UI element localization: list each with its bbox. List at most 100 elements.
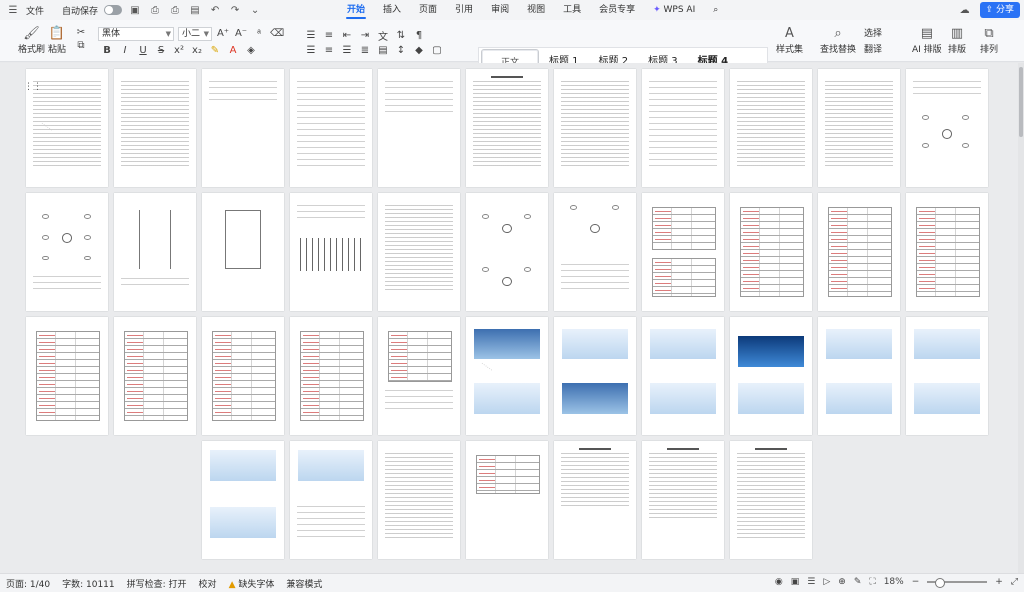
page-thumbnail[interactable] [906,69,988,187]
zoom-in-icon[interactable]: + [995,577,1003,587]
subscript-icon[interactable]: x₂ [190,45,204,56]
layout-button[interactable]: ▥ 排版 [948,26,966,55]
page-thumbnail[interactable] [642,441,724,559]
chinese-layout-icon[interactable]: 文 [376,28,390,43]
strikethrough-icon[interactable]: S [154,45,168,56]
page-thumbnail[interactable] [202,317,284,435]
tab-tools[interactable]: 工具 [554,0,590,20]
spellcheck-status[interactable]: 拼写检查: 打开 [121,577,193,590]
page-thumbnail[interactable] [730,69,812,187]
redo-icon[interactable]: ↷ [228,5,242,16]
page-thumbnail[interactable] [378,69,460,187]
page-thumbnail[interactable] [466,317,548,435]
play-icon[interactable]: ▷ [823,577,830,587]
paste-button[interactable]: 📋 粘贴 [48,26,66,55]
tab-wps-ai[interactable]: ✦ WPS AI [644,0,704,20]
page-thumbnail[interactable] [730,193,812,311]
page-thumbnail[interactable] [378,441,460,559]
page-thumbnail[interactable] [290,193,372,311]
page-thumbnail[interactable] [818,193,900,311]
page-thumbnail[interactable] [290,441,372,559]
fit-page-icon[interactable]: ⛶ [869,577,875,587]
shading-icon[interactable]: ◈ [244,45,258,56]
align-center-icon[interactable]: ≡ [322,45,336,56]
menu-icon[interactable]: ☰ [6,5,20,16]
page-thumbnail[interactable] [290,69,372,187]
format-painter-button[interactable]: 🖌 格式刷 [18,26,45,55]
vertical-scrollbar[interactable] [1018,63,1024,573]
print-preview-icon[interactable]: ▤ [188,5,202,16]
page-thumbnail[interactable] [554,441,636,559]
zoom-out-icon[interactable]: − [912,577,920,587]
increase-font-icon[interactable]: A⁺ [216,28,230,39]
page-thumbnail[interactable] [466,193,548,311]
search-icon[interactable]: ⌕ [704,0,727,20]
translate-button[interactable]: 翻译 [864,42,882,55]
page-view-icon[interactable]: ▣ [791,577,800,587]
indent-icon[interactable]: ⇥ [358,30,372,41]
more-dropdown-icon[interactable]: ⌄ [248,5,262,16]
cut-icon[interactable]: ✂ [74,27,88,38]
find-replace-button[interactable]: ⌕ 查找替换 [820,26,856,55]
page-thumbnail[interactable] [642,69,724,187]
page-thumbnail[interactable] [466,441,548,559]
page-thumbnail[interactable] [26,317,108,435]
fullscreen-icon[interactable]: ⤢ [1011,577,1018,587]
tab-references[interactable]: 引用 [446,0,482,20]
page-thumbnail[interactable] [466,69,548,187]
undo-icon[interactable]: ↶ [208,5,222,16]
tab-review[interactable]: 审阅 [482,0,518,20]
border-icon[interactable]: ▢ [430,45,444,56]
cloud-icon[interactable]: ☁ [958,5,972,16]
zoom-slider[interactable] [927,578,988,588]
align-left-icon[interactable]: ☰ [304,45,318,56]
italic-icon[interactable]: I [118,45,132,56]
tab-view[interactable]: 视图 [518,0,554,20]
page-thumbnail[interactable] [906,193,988,311]
page-thumbnail[interactable] [114,193,196,311]
superscript-icon[interactable]: x² [172,45,186,56]
tab-page[interactable]: 页面 [410,0,446,20]
word-count[interactable]: 字数: 10111 [56,577,121,590]
clear-format-icon[interactable]: ⌫ [270,28,284,39]
font-size-select[interactable]: 小二 ▼ [178,27,212,41]
tab-insert[interactable]: 插入 [374,0,410,20]
highlight-icon[interactable]: ✎ [208,45,222,56]
page-thumbnail[interactable] [818,317,900,435]
page-thumbnail[interactable] [290,317,372,435]
pen-icon[interactable]: ✎ [854,577,862,587]
eye-icon[interactable]: ◉ [775,577,783,587]
ai-layout-button[interactable]: ▤ AI 排版 [912,26,942,55]
align-right-icon[interactable]: ☰ [340,45,354,56]
page-thumbnail[interactable] [202,193,284,311]
share-button[interactable]: ⇪ 分享 [979,2,1020,18]
drag-handle-icon[interactable]: ⋮⋮ [24,82,42,92]
autosave-toggle[interactable] [104,5,123,15]
outdent-icon[interactable]: ⇤ [340,30,354,41]
tab-home[interactable]: 开始 [338,0,374,20]
justify-icon[interactable]: ≣ [358,45,372,56]
document-workspace[interactable]: ······ ······ [0,63,1024,573]
text-effect-icon[interactable]: ͣ [252,28,266,39]
line-spacing-icon[interactable]: ↕ [394,45,408,56]
save-icon[interactable]: ▣ [128,5,142,16]
print-icon[interactable]: ⎙ [168,5,182,16]
page-thumbnail[interactable] [642,317,724,435]
page-thumbnail[interactable] [378,193,460,311]
outline-view-icon[interactable]: ☰ [807,577,815,587]
style-set-button[interactable]: A 样式集 [776,26,803,55]
sort-icon[interactable]: ⇅ [394,30,408,41]
page-thumbnail[interactable] [202,441,284,559]
file-menu[interactable]: 文件 [26,4,44,17]
underline-icon[interactable]: U [136,45,150,56]
fill-icon[interactable]: ◆ [412,45,426,56]
bold-icon[interactable]: B [100,45,114,56]
page-thumbnail[interactable] [114,317,196,435]
export-pdf-icon[interactable]: ⎙ [148,5,162,16]
page-thumbnail[interactable] [906,317,988,435]
page-thumbnail[interactable] [114,69,196,187]
tab-member[interactable]: 会员专享 [590,0,644,20]
web-view-icon[interactable]: ⊕ [838,577,846,587]
page-thumbnail[interactable] [730,317,812,435]
page-thumbnail[interactable] [26,193,108,311]
